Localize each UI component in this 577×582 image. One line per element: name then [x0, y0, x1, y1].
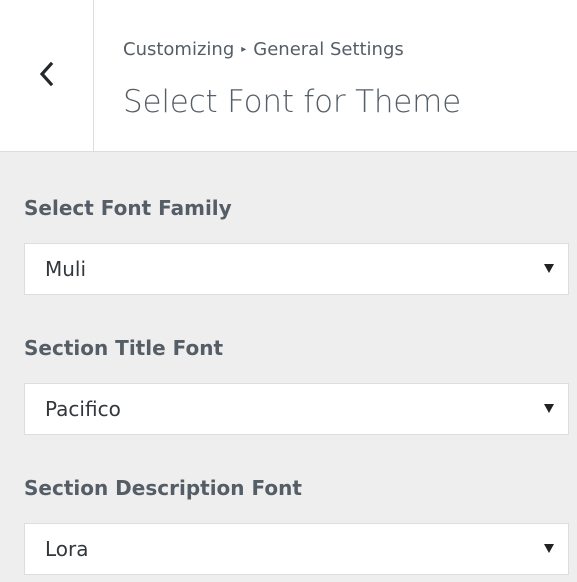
section-description-font-dropdown[interactable]: Lora [24, 523, 569, 575]
section-description-font-value: Lora [45, 537, 89, 561]
breadcrumb: Customizing ▸ General Settings [123, 39, 404, 60]
breadcrumb-separator-icon: ▸ [241, 44, 247, 55]
section-description-font-label: Section Description Font [24, 476, 302, 500]
page-title: Select Font for Theme [123, 84, 462, 120]
back-button[interactable] [0, 0, 94, 152]
dropdown-arrow-icon [544, 264, 554, 273]
section-title-font-value: Pacifico [45, 397, 121, 421]
section-title-font-label: Section Title Font [24, 336, 224, 360]
customizer-header: Customizing ▸ General Settings Select Font… [0, 0, 577, 152]
select-font-family-value: Muli [45, 257, 87, 281]
customizer-panel: Customizing ▸ General Settings Select Font… [0, 0, 577, 582]
section-title-font-dropdown[interactable]: Pacifico [24, 383, 569, 435]
select-font-family-dropdown[interactable]: Muli [24, 243, 569, 295]
dropdown-arrow-icon [544, 544, 554, 553]
select-font-family-label: Select Font Family [24, 196, 232, 220]
dropdown-arrow-icon [544, 404, 554, 413]
chevron-left-icon [38, 61, 56, 91]
breadcrumb-section: General Settings [253, 39, 404, 60]
breadcrumb-root: Customizing [123, 39, 235, 60]
